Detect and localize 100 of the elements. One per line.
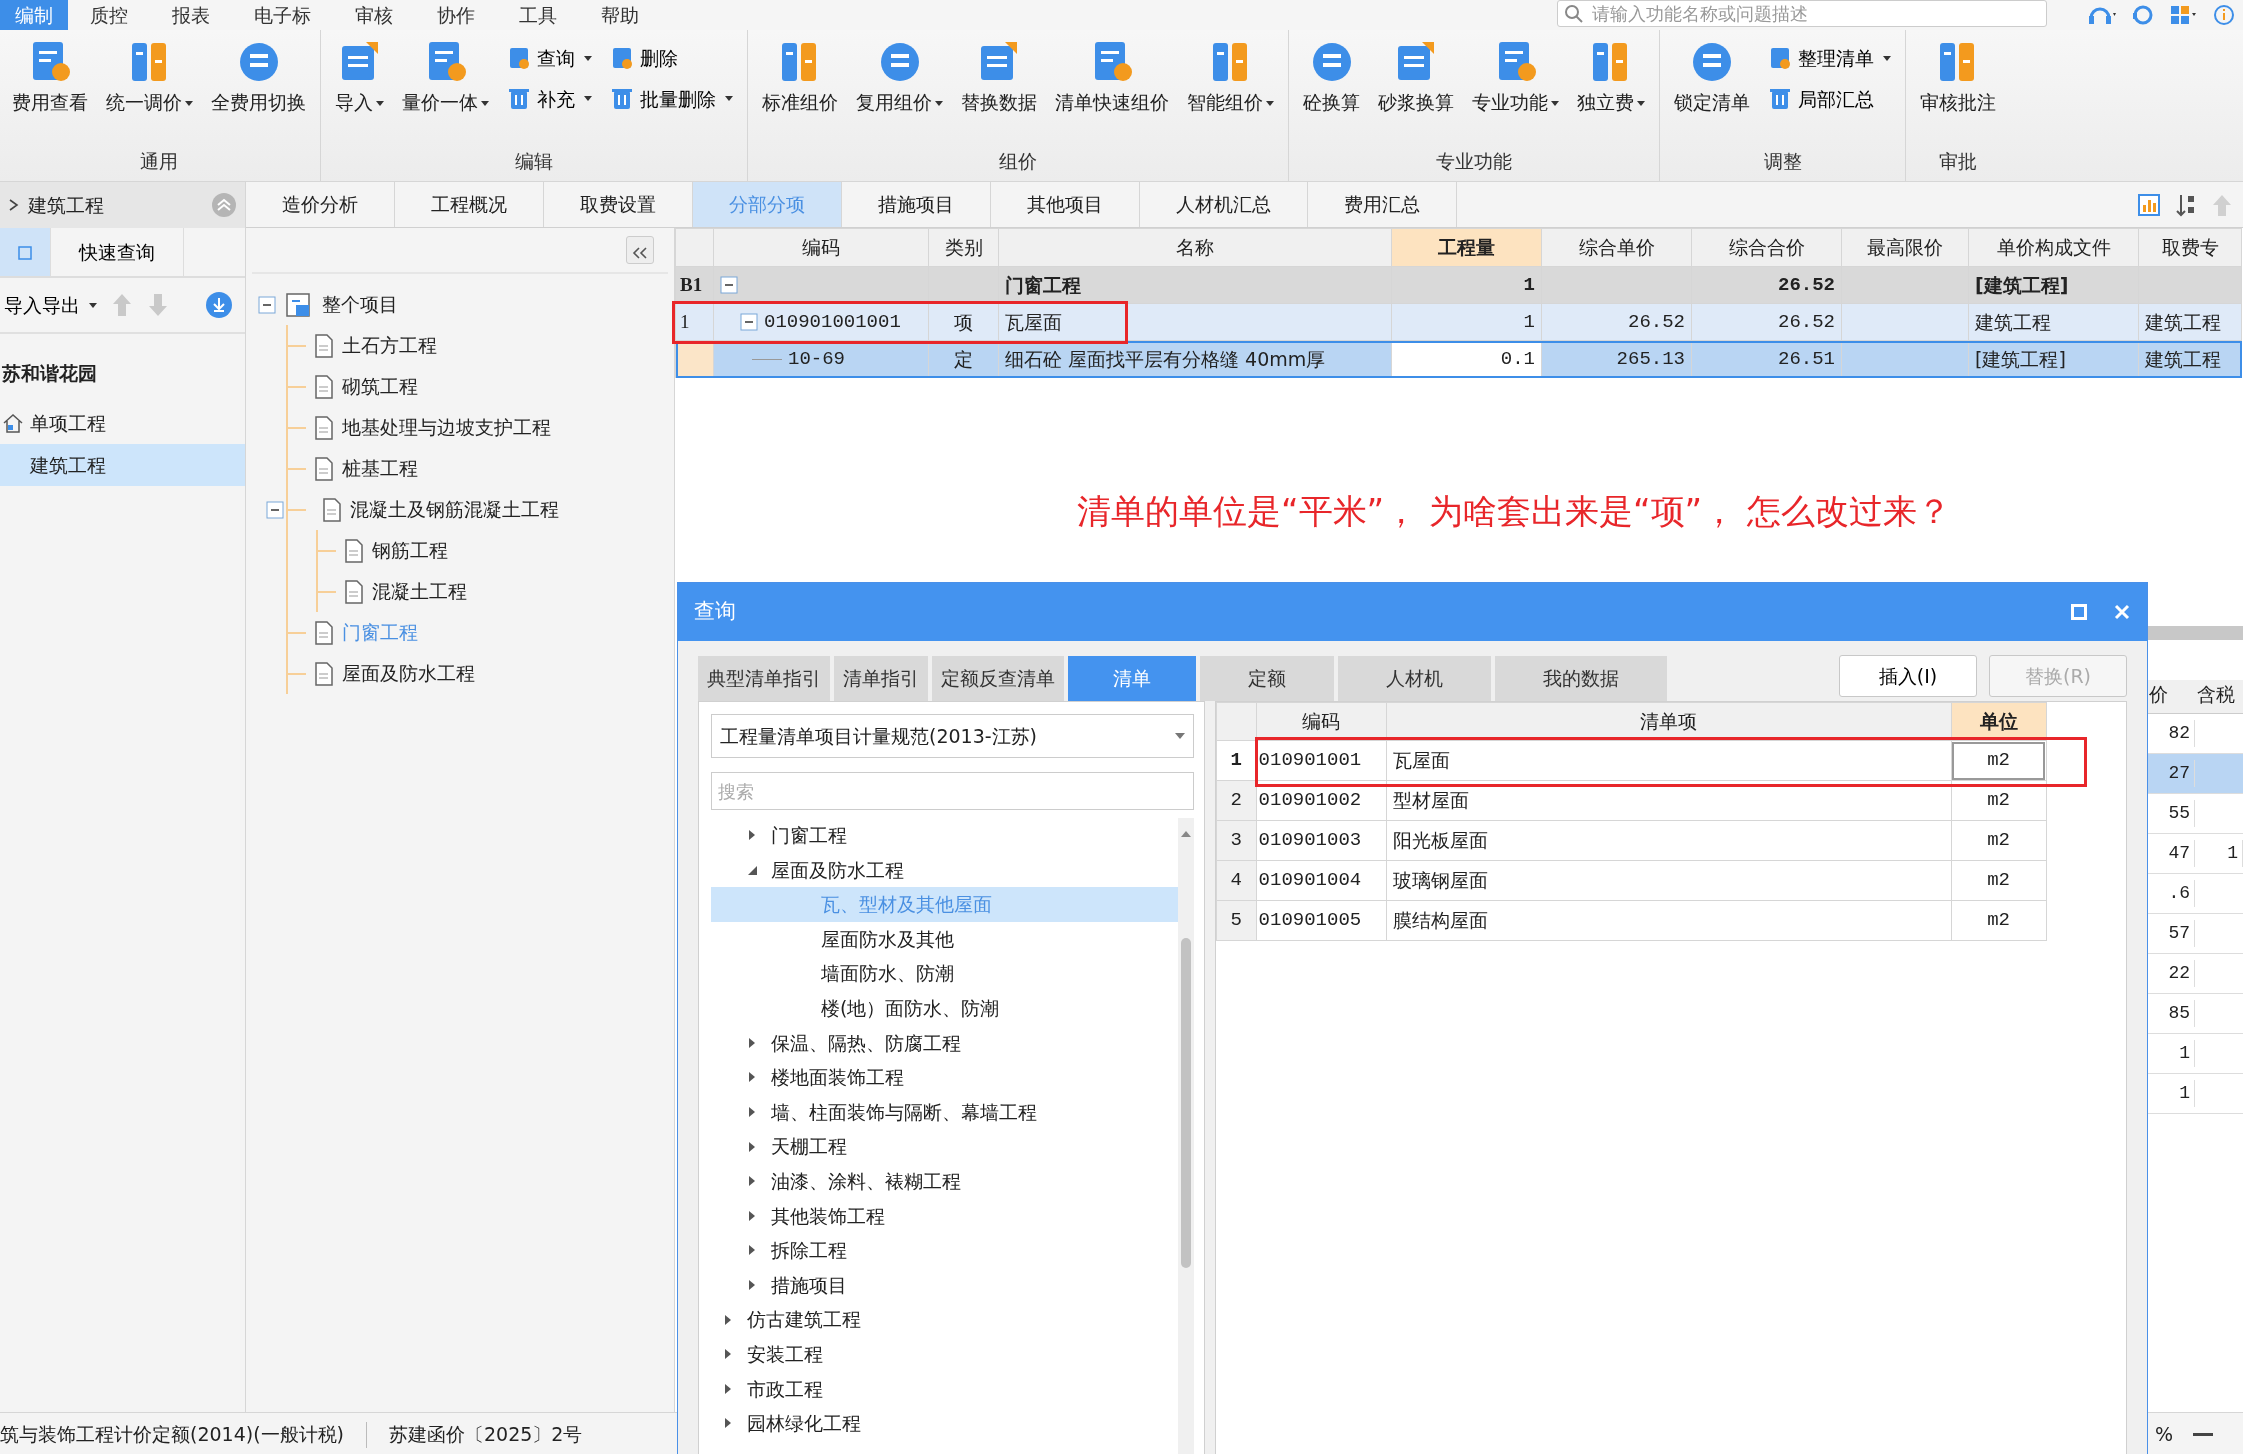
toolbar-button[interactable]: 标准组价 (754, 36, 846, 121)
toolbar-button[interactable]: 删除 (606, 42, 737, 75)
toolbar-button[interactable]: 专业功能 (1464, 36, 1567, 121)
toolbar-button[interactable]: 砼换算 (1295, 36, 1368, 121)
tree-item[interactable]: 混凝土工程 (318, 571, 674, 612)
tree-item[interactable]: 单项工程 (0, 402, 245, 444)
insert-button[interactable]: 插入(I) (1839, 655, 1977, 697)
column-header[interactable]: 综合合价 (1691, 228, 1842, 267)
column-header[interactable]: 编码 (713, 228, 929, 267)
collapse-button[interactable] (626, 236, 654, 264)
column-header[interactable]: 综合单价 (1541, 228, 1692, 267)
tab[interactable]: 人材机 (1338, 656, 1491, 701)
table-row[interactable]: 1 010901001001 项 瓦屋面 1 26.52 26.52 建筑工程 建筑工程 (675, 303, 2242, 341)
download-icon[interactable] (205, 291, 233, 319)
tree-item[interactable]: 桩基工程 (288, 448, 674, 489)
toolbar-button[interactable]: 量价一体 (394, 36, 497, 121)
tree-toggle[interactable] (720, 276, 738, 294)
toolbar-button[interactable]: 整理清单 (1764, 42, 1895, 75)
tree-item[interactable]: 安装工程 (711, 1336, 1178, 1372)
tab[interactable]: 清单指引 (834, 656, 928, 701)
tree-item[interactable]: 保温、隔热、防腐工程 (711, 1025, 1178, 1061)
tree-item[interactable]: 屋面及防水工程 (711, 852, 1178, 888)
toolbar-button[interactable]: 补充 (503, 82, 596, 115)
tree-item[interactable]: 屋面及防水工程 (288, 653, 674, 694)
tree-item[interactable]: 屋面防水及其他 (711, 921, 1178, 957)
menu-item[interactable]: 电子标 (232, 0, 333, 30)
close-icon[interactable] (2113, 603, 2131, 621)
tree-item[interactable]: 仿古建筑工程 (711, 1302, 1178, 1337)
tree-item[interactable]: 天棚工程 (711, 1129, 1178, 1164)
table-cell: 265.13 (1541, 340, 1692, 378)
toolbar-button[interactable]: 复用组价 (848, 36, 951, 121)
toolbar-button[interactable]: 审核批注 (1912, 36, 2004, 121)
zoom-out-icon[interactable] (2193, 1432, 2213, 1437)
toolbar-button[interactable]: 锁定清单 (1666, 36, 1758, 121)
toolbar-button[interactable]: 清单快速组价 (1047, 36, 1177, 121)
column-header[interactable]: 清单项 (1386, 702, 1952, 741)
tree-item[interactable]: 墙面防水、防潮 (711, 956, 1178, 991)
tree-item[interactable]: 楼地面装饰工程 (711, 1060, 1178, 1095)
toolbar-button[interactable]: 全费用切换 (203, 36, 314, 121)
tree-item[interactable]: 砌筑工程 (288, 366, 674, 407)
sort-icon[interactable] (2175, 192, 2197, 217)
tree-item[interactable]: 油漆、涂料、裱糊工程 (711, 1163, 1178, 1199)
tree-item[interactable]: 整个项目 (258, 284, 674, 325)
column-header[interactable]: 单价构成文件 (1968, 228, 2139, 267)
tree-item[interactable]: 土石方工程 (288, 325, 674, 366)
tree-item[interactable]: 门窗工程 (711, 818, 1178, 853)
tree-item[interactable]: 拆除工程 (711, 1233, 1178, 1268)
info-icon[interactable] (2213, 4, 2235, 26)
tab[interactable]: 典型清单指引 (698, 656, 830, 701)
menu-item[interactable]: 帮助 (579, 0, 661, 30)
tree-item[interactable]: 楼(地）面防水、防潮 (711, 990, 1178, 1026)
tree-item[interactable]: 措施项目 (711, 1267, 1178, 1303)
tree-item[interactable]: 地基处理与边坡支护工程 (288, 407, 674, 448)
tree-toggle[interactable] (258, 295, 276, 314)
toolbar-button[interactable]: 批量删除 (606, 82, 737, 115)
toolbar-button[interactable]: 统一调价 (98, 36, 201, 121)
library-dropdown[interactable]: 工程量清单项目计量规范(2013-江苏) (711, 714, 1194, 758)
toolbar-button[interactable]: 费用查看 (4, 36, 96, 121)
toolbar-button[interactable]: 局部汇总 (1764, 82, 1895, 115)
column-header[interactable]: 工程量 (1391, 228, 1542, 267)
tab[interactable]: 我的数据 (1495, 656, 1667, 701)
toolbar-button[interactable]: 查询 (503, 42, 596, 75)
column-header[interactable]: 取费专 (2138, 228, 2242, 267)
search-field[interactable]: 搜索 (711, 772, 1194, 810)
menu-item[interactable]: 工具 (497, 0, 579, 30)
menu-item[interactable]: 质控 (68, 0, 150, 30)
tree-item[interactable]: 其他装饰工程 (711, 1198, 1178, 1234)
menu-item[interactable]: 审核 (333, 0, 415, 30)
tree-item[interactable]: 混凝土及钢筋混凝土工程 (288, 489, 674, 530)
menu-item[interactable]: 协作 (415, 0, 497, 30)
toolbar-button[interactable]: 智能组价 (1179, 36, 1282, 121)
tab[interactable]: 定额反查清单 (932, 656, 1064, 701)
toolbar-button[interactable]: 导入 (327, 36, 392, 121)
tree-item[interactable]: 建筑工程 (0, 444, 245, 486)
column-header[interactable]: 最高限价 (1841, 228, 1969, 267)
tree-item[interactable]: 市政工程 (711, 1371, 1178, 1407)
scroll-thumb[interactable] (1180, 938, 1191, 1268)
table-row[interactable]: B1 门窗工程 1 26.52 [建筑工程] (675, 266, 2242, 304)
tree-item[interactable]: 园林绿化工程 (711, 1406, 1178, 1441)
column-header[interactable]: 单位 (1951, 702, 2047, 741)
row-number: 2 (1216, 780, 1257, 821)
maximize-icon[interactable] (2071, 604, 2087, 620)
toolbar-button[interactable]: 独立费 (1569, 36, 1653, 121)
toolbar-button[interactable]: 砂浆换算 (1370, 36, 1462, 121)
chart-icon[interactable] (2137, 192, 2161, 217)
tree-item[interactable]: 墙、柱面装饰与隔断、幕墙工程 (711, 1094, 1178, 1130)
column-header[interactable]: 名称 (998, 228, 1392, 267)
column-header[interactable]: 编码 (1256, 702, 1387, 741)
tree-toggle[interactable] (740, 313, 758, 331)
toolbar-button[interactable]: 替换数据 (953, 36, 1045, 121)
table-row[interactable]: 10-69 定 细石砼 屋面找平层有分格缝 40mm厚 0.1 265.13 26.51 [建筑工程] 建筑工程 (675, 340, 2242, 378)
tab[interactable]: 定额 (1200, 656, 1334, 701)
project-name[interactable]: 苏和谐花园 (2, 358, 97, 388)
scrollbar[interactable] (1177, 818, 1194, 1454)
tree-item[interactable]: 钢筋工程 (318, 530, 674, 571)
tree-toggle[interactable] (266, 500, 284, 519)
apps-icon[interactable] (2169, 4, 2199, 26)
column-header[interactable]: 类别 (928, 228, 999, 267)
import-export-menu[interactable]: 导入导出 (4, 290, 97, 320)
menu-item[interactable]: 报表 (150, 0, 232, 30)
